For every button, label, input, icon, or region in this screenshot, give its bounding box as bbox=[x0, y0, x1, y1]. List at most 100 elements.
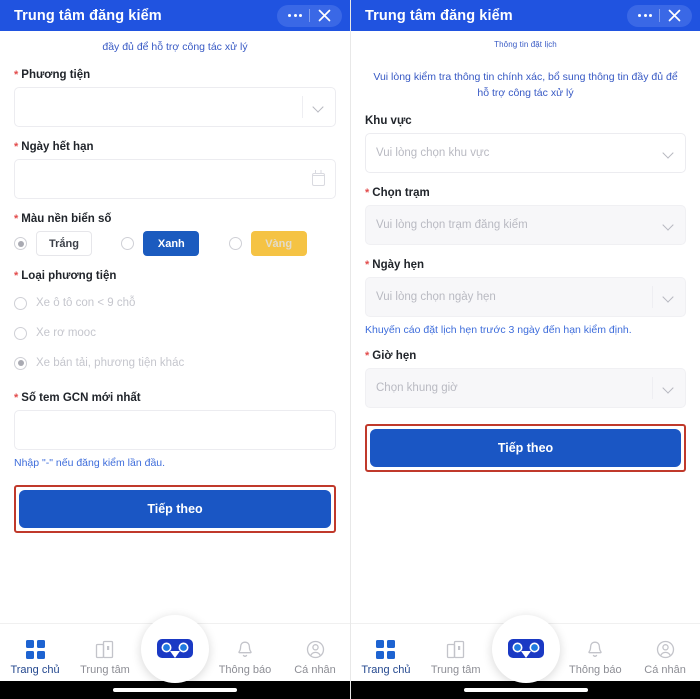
vehicle-type-radio-group: Xe ô tô con < 9 chỗ Xe rơ mooc Xe bán tả… bbox=[14, 288, 336, 378]
station-select[interactable]: Vui lòng chọn trạm đăng kiểm bbox=[365, 205, 686, 245]
nav-item-profile-label: Cá nhân bbox=[644, 664, 686, 676]
nav-item-notifications[interactable]: Thông báo bbox=[210, 639, 280, 676]
radio-icon[interactable] bbox=[121, 237, 135, 250]
field-area-label: Khu vực bbox=[365, 115, 412, 127]
nav-item-center[interactable]: Trung tâm bbox=[421, 639, 491, 676]
field-expiry-date-label: * Ngày hết hạn bbox=[14, 141, 94, 153]
left-phone-screen: Trung tâm đăng kiểm đầy đủ để hỗ trợ côn… bbox=[0, 0, 350, 699]
gcn-hint: Nhập "-" nếu đăng kiểm lần đầu. bbox=[14, 457, 166, 469]
field-appointment-date: * Ngày hẹn Vui lòng chọn ngày hẹn Khuyến… bbox=[365, 259, 686, 336]
field-gcn: * Số tem GCN mới nhất Nhập "-" nếu đăng … bbox=[14, 392, 336, 469]
next-button[interactable]: Tiếp theo bbox=[19, 490, 331, 528]
nav-item-notifications-label: Thông báo bbox=[568, 664, 622, 676]
appointment-date-select[interactable]: Vui lòng chọn ngày hẹn bbox=[365, 277, 686, 317]
close-icon[interactable] bbox=[310, 5, 338, 27]
vehicle-type-option-trailer[interactable]: Xe rơ mooc bbox=[14, 318, 336, 348]
radio-icon[interactable] bbox=[14, 356, 27, 370]
plate-color-option-amber[interactable]: Vàng bbox=[228, 231, 336, 256]
plate-color-radio-group: Trắng Xanh Vàng bbox=[14, 231, 336, 256]
required-marker: * bbox=[14, 213, 19, 225]
radio-icon[interactable] bbox=[14, 326, 27, 340]
required-marker: * bbox=[14, 69, 19, 81]
station-select-placeholder: Vui lòng chọn trạm đăng kiểm bbox=[376, 219, 528, 231]
chevron-down-icon bbox=[663, 147, 675, 159]
plate-color-option-white[interactable]: Trắng bbox=[14, 231, 121, 256]
required-marker: * bbox=[14, 392, 19, 404]
radio-icon[interactable] bbox=[228, 237, 242, 250]
vehicle-type-option-car-label: Xe ô tô con < 9 chỗ bbox=[36, 297, 136, 309]
dual-screenshot-comparison: Trung tâm đăng kiểm đầy đủ để hỗ trợ côn… bbox=[0, 0, 700, 699]
area-select-placeholder: Vui lòng chọn khu vực bbox=[376, 147, 490, 159]
select-divider bbox=[302, 96, 303, 118]
more-horizontal-icon[interactable] bbox=[631, 5, 659, 27]
field-gcn-label: * Số tem GCN mới nhất bbox=[14, 392, 141, 404]
plate-color-chip-white[interactable]: Trắng bbox=[36, 231, 92, 256]
vehicle-select[interactable] bbox=[14, 87, 336, 127]
chevron-down-icon bbox=[313, 101, 325, 113]
required-marker: * bbox=[365, 187, 370, 199]
nav-item-home[interactable]: Trang chủ bbox=[351, 639, 421, 676]
select-divider bbox=[652, 377, 653, 399]
area-select[interactable]: Vui lòng chọn khu vực bbox=[365, 133, 686, 173]
nav-item-notifications[interactable]: Thông báo bbox=[560, 639, 630, 676]
field-appointment-time: * Giờ hẹn Chọn khung giờ bbox=[365, 350, 686, 408]
right-cta-annotation-box: Tiếp theo bbox=[365, 424, 686, 472]
home-indicator-bar bbox=[0, 681, 350, 699]
section-title: Thông tin đặt lịch bbox=[494, 40, 557, 49]
right-bottom-nav-wrap: Trang chủ Trung tâm Thông báo Cá nhân bbox=[351, 615, 700, 699]
right-form-body: Thông tin đặt lịch Vui lòng kiểm tra thô… bbox=[351, 31, 700, 623]
nav-item-profile[interactable]: Cá nhân bbox=[280, 639, 350, 676]
building-icon bbox=[95, 639, 115, 659]
nav-item-home[interactable]: Trang chủ bbox=[0, 639, 70, 676]
radio-icon[interactable] bbox=[14, 237, 27, 250]
grid-home-icon bbox=[25, 639, 45, 659]
nav-item-profile[interactable]: Cá nhân bbox=[630, 639, 700, 676]
building-icon bbox=[446, 639, 466, 659]
intro-note-partial: đầy đủ để hỗ trợ công tác xử lý bbox=[102, 41, 248, 53]
vehicle-type-option-car[interactable]: Xe ô tô con < 9 chỗ bbox=[14, 288, 336, 318]
nav-item-home-label: Trang chủ bbox=[10, 664, 60, 676]
vr-goggles-fab-icon[interactable] bbox=[141, 615, 209, 683]
plate-color-option-blue[interactable]: Xanh bbox=[121, 231, 228, 256]
more-horizontal-icon[interactable] bbox=[281, 5, 309, 27]
left-bottom-nav-wrap: Trang chủ Trung tâm Thông báo Cá nhân bbox=[0, 615, 350, 699]
vr-goggles-fab-icon[interactable] bbox=[491, 615, 560, 683]
close-icon[interactable] bbox=[660, 5, 688, 27]
vehicle-type-option-pickup[interactable]: Xe bán tải, phương tiện khác bbox=[14, 348, 336, 378]
field-appointment-date-label: * Ngày hẹn bbox=[365, 259, 425, 271]
chevron-down-icon bbox=[663, 291, 675, 303]
appointment-time-select[interactable]: Chọn khung giờ bbox=[365, 368, 686, 408]
bell-icon bbox=[586, 639, 604, 659]
required-marker: * bbox=[14, 141, 19, 153]
field-area: Khu vực Vui lòng chọn khu vực bbox=[365, 115, 686, 173]
vehicle-type-option-pickup-label: Xe bán tải, phương tiện khác bbox=[36, 357, 185, 369]
field-plate-color: * Màu nền biển số Trắng Xanh Vàng bbox=[14, 213, 336, 256]
gcn-input[interactable] bbox=[14, 410, 336, 450]
expiry-date-input[interactable] bbox=[14, 159, 336, 199]
chevron-down-icon bbox=[663, 382, 675, 394]
home-indicator-bar bbox=[351, 681, 700, 699]
nav-item-center-label: Trung tâm bbox=[430, 664, 481, 676]
bell-icon bbox=[236, 639, 254, 659]
plate-color-chip-amber[interactable]: Vàng bbox=[250, 231, 307, 256]
person-icon bbox=[306, 639, 325, 659]
nav-item-center[interactable]: Trung tâm bbox=[70, 639, 140, 676]
app-header-bar: Trung tâm đăng kiểm bbox=[351, 0, 700, 31]
nav-item-profile-label: Cá nhân bbox=[294, 664, 336, 676]
field-station-label: * Chọn trạm bbox=[365, 187, 430, 199]
radio-icon[interactable] bbox=[14, 296, 27, 310]
field-vehicle-label: * Phương tiện bbox=[14, 69, 91, 81]
field-vehicle-type: * Loại phương tiện Xe ô tô con < 9 chỗ X… bbox=[14, 270, 336, 378]
appointment-time-placeholder: Chọn khung giờ bbox=[376, 382, 458, 394]
field-vehicle: * Phương tiện bbox=[14, 69, 336, 127]
field-appointment-time-label: * Giờ hẹn bbox=[365, 350, 417, 362]
page-title: Trung tâm đăng kiểm bbox=[365, 7, 513, 24]
plate-color-chip-blue[interactable]: Xanh bbox=[143, 231, 200, 256]
page-title: Trung tâm đăng kiểm bbox=[14, 7, 162, 24]
appointment-date-placeholder: Vui lòng chọn ngày hẹn bbox=[376, 291, 496, 303]
vehicle-type-option-trailer-label: Xe rơ mooc bbox=[36, 327, 96, 339]
left-cta-annotation-box: Tiếp theo bbox=[14, 485, 336, 533]
header-actions bbox=[277, 4, 342, 27]
next-button[interactable]: Tiếp theo bbox=[370, 429, 681, 467]
nav-item-center-label: Trung tâm bbox=[80, 664, 130, 676]
